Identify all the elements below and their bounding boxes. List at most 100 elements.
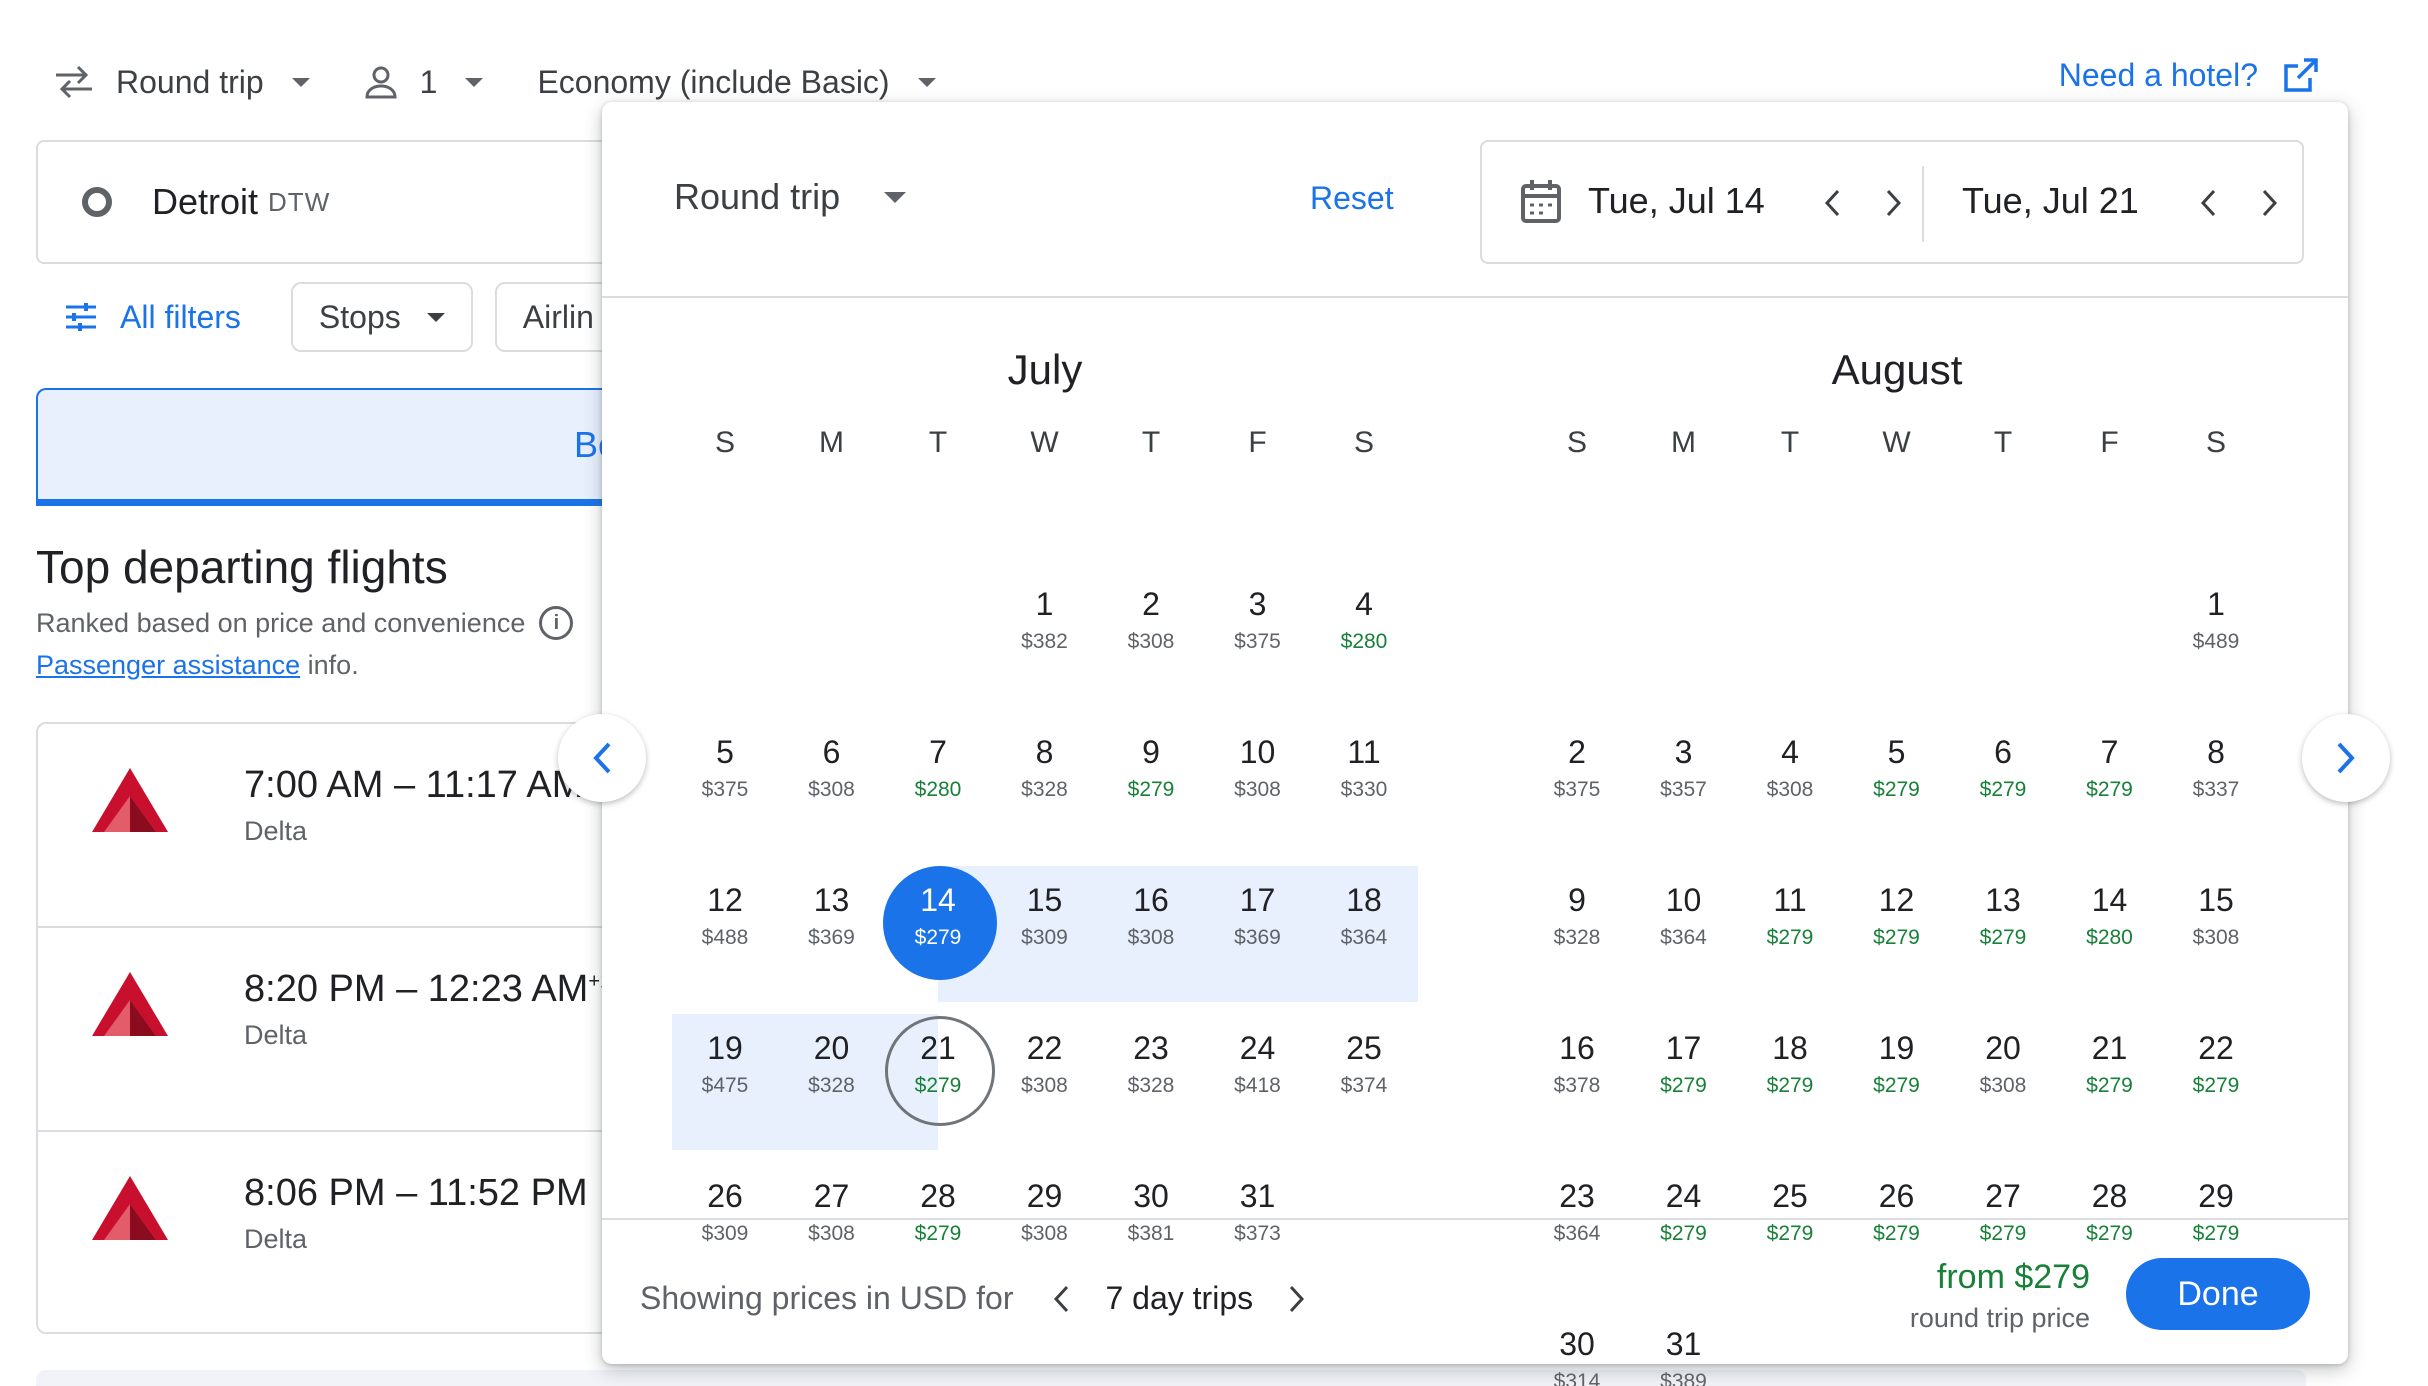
- calendar-day[interactable]: 17 $279: [1631, 1016, 1737, 1122]
- return-next-button[interactable]: [2256, 184, 2284, 222]
- day-number: 22: [1026, 1030, 1063, 1066]
- weekday-header: W: [1030, 426, 1059, 459]
- calendar-day[interactable]: 15 $308: [2163, 868, 2269, 974]
- day-number: 15: [2198, 882, 2234, 918]
- month-title: August: [1831, 346, 1963, 393]
- calendar-day[interactable]: 15 $309: [992, 868, 1098, 974]
- day-number: 6: [1994, 734, 2012, 770]
- calendar-day[interactable]: 7 $279: [2057, 720, 2163, 826]
- tab-best[interactable]: Bes: [36, 388, 656, 506]
- calendar-day[interactable]: 3 $357: [1631, 720, 1737, 826]
- calendar-day[interactable]: 1 $489: [2163, 572, 2269, 678]
- calendar-day[interactable]: 8 $328: [992, 720, 1098, 826]
- day-price: $374: [1340, 1074, 1388, 1097]
- calendar-day[interactable]: 2 $375: [1524, 720, 1630, 826]
- chevron-down-icon: [884, 191, 907, 203]
- calendar-day[interactable]: 12 $279: [1844, 868, 1950, 974]
- day-price: $279: [1979, 926, 2027, 949]
- weekday-header: T: [1780, 426, 1800, 459]
- reset-button[interactable]: Reset: [1310, 180, 1394, 217]
- calendar-day-return[interactable]: 21 $279: [885, 1016, 995, 1126]
- calendar-day[interactable]: 21 $279: [2057, 1016, 2163, 1122]
- day-price: $308: [1766, 778, 1814, 801]
- calendar-day[interactable]: 23 $328: [1098, 1016, 1204, 1122]
- departure-date[interactable]: Tue, Jul 14: [1588, 180, 1765, 222]
- picker-trip-type-label: Round trip: [674, 176, 841, 217]
- day-number: 14: [2091, 882, 2128, 918]
- calendar-day[interactable]: 10 $364: [1631, 868, 1737, 974]
- calendar-day[interactable]: 16 $378: [1524, 1016, 1630, 1122]
- calendar-day[interactable]: 18 $279: [1737, 1016, 1843, 1122]
- day-number: 21: [2091, 1030, 2128, 1066]
- calendar-day[interactable]: 8 $337: [2163, 720, 2269, 826]
- calendar-day[interactable]: 6 $279: [1950, 720, 2056, 826]
- calendar-day[interactable]: 9 $279: [1098, 720, 1204, 826]
- origin-field[interactable]: Detroit DTW: [36, 140, 656, 264]
- calendar-day[interactable]: 24 $418: [1205, 1016, 1311, 1122]
- calendar-day[interactable]: 11 $330: [1311, 720, 1417, 826]
- calendar-day[interactable]: 4 $308: [1737, 720, 1843, 826]
- day-price: $279: [1127, 778, 1175, 801]
- calendar-day[interactable]: 4 $280: [1311, 572, 1417, 678]
- calendar-day[interactable]: 17 $369: [1205, 868, 1311, 974]
- airline-name: Delta: [244, 1224, 308, 1254]
- picker-trip-type-select[interactable]: Round trip: [674, 176, 907, 218]
- calendar-day[interactable]: 16 $308: [1098, 868, 1204, 974]
- depart-prev-button[interactable]: [1818, 184, 1846, 222]
- calendar-day[interactable]: 10 $308: [1205, 720, 1311, 826]
- chevron-right-icon[interactable]: [1289, 1285, 1305, 1313]
- all-filters-button[interactable]: All filters: [36, 282, 269, 352]
- return-prev-button[interactable]: [2194, 184, 2222, 222]
- day-number: 20: [1985, 1030, 2021, 1066]
- calendar-day[interactable]: 22 $308: [992, 1016, 1098, 1122]
- chevron-left-icon[interactable]: [1053, 1285, 1069, 1313]
- cabin-select[interactable]: Economy (include Basic): [537, 64, 936, 101]
- calendar-day[interactable]: 13 $369: [779, 868, 885, 974]
- return-date[interactable]: Tue, Jul 21: [1962, 180, 2139, 222]
- calendar-day[interactable]: 13 $279: [1950, 868, 2056, 974]
- day-number: 10: [1665, 882, 1702, 918]
- calendar-day[interactable]: 1 $382: [992, 572, 1098, 678]
- stops-filter[interactable]: Stops: [290, 282, 473, 352]
- calendar-day[interactable]: 19 $279: [1844, 1016, 1950, 1122]
- depart-next-button[interactable]: [1880, 184, 1908, 222]
- calendar-day[interactable]: 3 $375: [1205, 572, 1311, 678]
- calendar-day[interactable]: 6 $308: [779, 720, 885, 826]
- calendar-day[interactable]: 7 $280: [885, 720, 991, 826]
- calendar-day[interactable]: 22 $279: [2163, 1016, 2269, 1122]
- calendar-day[interactable]: 14 $280: [2057, 868, 2163, 974]
- calendar-day[interactable]: 9 $328: [1524, 868, 1630, 974]
- trip-type-select[interactable]: Round trip: [54, 64, 310, 101]
- day-number: 19: [1878, 1030, 1915, 1066]
- calendar-day[interactable]: 11 $279: [1737, 868, 1843, 974]
- need-hotel-link[interactable]: Need a hotel?: [2059, 56, 2320, 94]
- passenger-assistance-line: Passenger assistance info.: [36, 650, 359, 681]
- calendar-day[interactable]: 20 $328: [779, 1016, 885, 1122]
- calendar-day[interactable]: 12 $488: [672, 868, 778, 974]
- day-price: $279: [1979, 778, 2027, 801]
- passenger-select[interactable]: 1: [364, 64, 484, 101]
- calendar-day[interactable]: 2 $308: [1098, 572, 1204, 678]
- flight-row[interactable]: 8:20 PM – 12:23 AM+1 Delta: [38, 928, 684, 1132]
- calendar-day[interactable]: 19 $475: [672, 1016, 778, 1122]
- next-month-button[interactable]: [2302, 714, 2390, 802]
- flight-row[interactable]: 8:06 PM – 11:52 PM Delta: [38, 1132, 684, 1332]
- section-title: Top departing flights: [36, 541, 448, 593]
- calendar-day-departure[interactable]: 14 $279: [883, 866, 997, 980]
- previous-month-button[interactable]: [558, 714, 646, 802]
- calendar-day[interactable]: 25 $374: [1311, 1016, 1417, 1122]
- day-price: $369: [808, 926, 855, 949]
- passenger-assistance-link[interactable]: Passenger assistance: [36, 650, 300, 680]
- from-price: from $279: [1936, 1258, 2090, 1296]
- info-icon[interactable]: i: [539, 606, 574, 640]
- day-number: 18: [1772, 1030, 1808, 1066]
- calendar-day[interactable]: 5 $375: [672, 720, 778, 826]
- calendar-day[interactable]: 20 $308: [1950, 1016, 2056, 1122]
- day-number: 2: [1142, 586, 1160, 622]
- price-note: round trip price: [1909, 1303, 2090, 1333]
- person-icon: [365, 66, 397, 99]
- calendar-day[interactable]: 18 $364: [1311, 868, 1417, 974]
- calendar-day[interactable]: 5 $279: [1844, 720, 1950, 826]
- day-price: $279: [1873, 778, 1920, 801]
- done-button[interactable]: Done: [2126, 1258, 2310, 1330]
